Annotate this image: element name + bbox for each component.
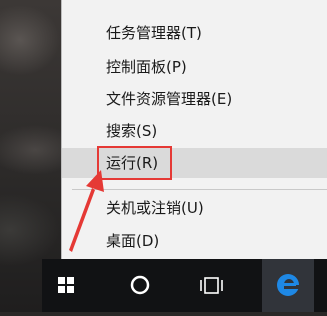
task-view-button[interactable] [188,259,234,312]
start-button[interactable] [42,259,90,312]
edge-browser-button[interactable] [262,259,314,312]
windows-start-icon [58,277,74,293]
task-view-icon [200,277,223,294]
cortana-circle-icon [130,275,150,295]
edge-browser-icon [277,274,301,296]
cortana-button[interactable] [118,259,164,312]
taskbar [42,259,327,312]
